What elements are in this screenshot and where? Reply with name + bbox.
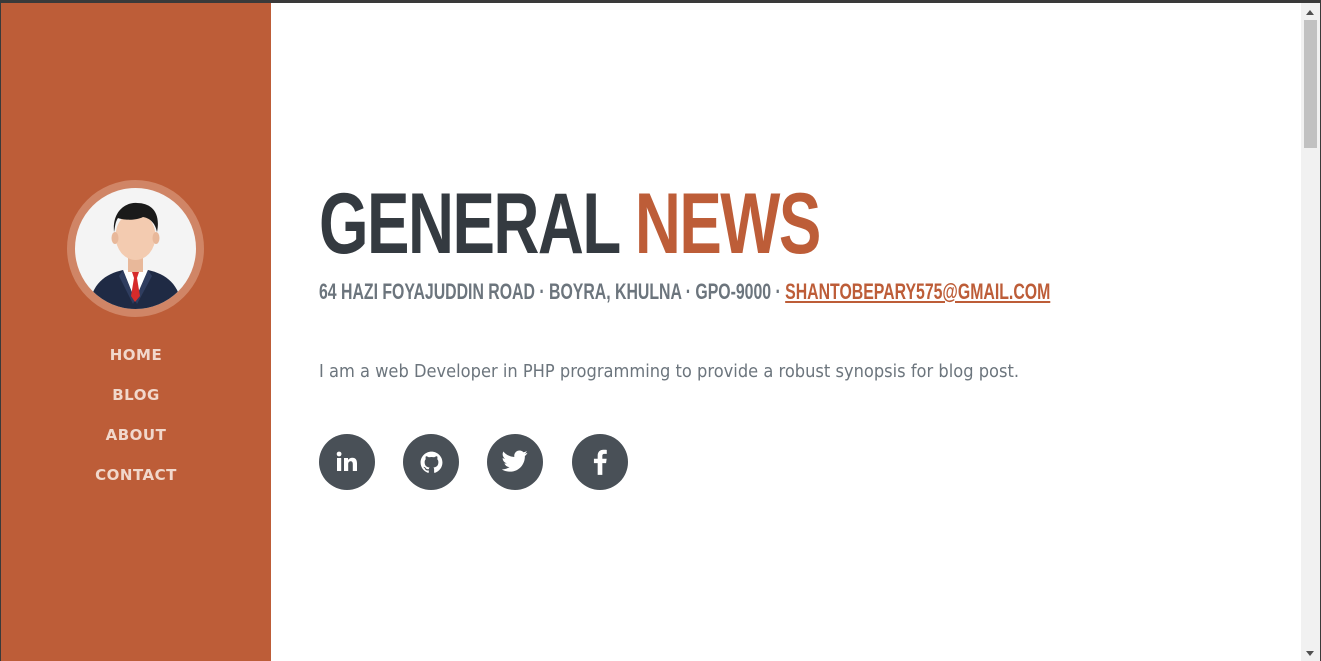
title-second-word: NEWS — [634, 176, 821, 272]
nav-item-home: HOME — [1, 341, 271, 381]
twitter-icon — [502, 450, 528, 472]
facebook-icon — [593, 449, 607, 475]
intro-text: I am a web Developer in PHP programming … — [319, 362, 1020, 382]
scroll-down-arrow-icon[interactable] — [1306, 651, 1314, 656]
vertical-scrollbar[interactable] — [1301, 3, 1320, 661]
sidebar: HOME BLOG ABOUT CONTACT — [1, 3, 271, 661]
nav-link-contact[interactable]: CONTACT — [95, 461, 177, 489]
github-button[interactable] — [403, 434, 459, 490]
twitter-button[interactable] — [487, 434, 543, 490]
profile-avatar-ring — [67, 180, 204, 317]
nav-item-about: ABOUT — [1, 421, 271, 461]
address-text: 64 HAZI FOYAJUDDIN ROAD · BOYRA, KHULNA … — [319, 279, 786, 304]
sidebar-nav: HOME BLOG ABOUT CONTACT — [1, 341, 271, 501]
profile-avatar — [75, 188, 196, 309]
github-icon — [420, 451, 442, 473]
about-section: GENERAL NEWS 64 HAZI FOYAJUDDIN ROAD · B… — [271, 3, 1301, 661]
browser-viewport: HOME BLOG ABOUT CONTACT GENERAL NEWS 64 … — [0, 0, 1321, 661]
page-title: GENERAL NEWS — [319, 176, 821, 272]
facebook-button[interactable] — [572, 434, 628, 490]
scroll-up-arrow-icon[interactable] — [1306, 10, 1314, 15]
nav-item-contact: CONTACT — [1, 461, 271, 501]
nav-item-blog: BLOG — [1, 381, 271, 421]
linkedin-icon — [336, 451, 357, 471]
businessman-avatar-icon — [89, 202, 182, 309]
nav-link-home[interactable]: HOME — [110, 341, 162, 369]
nav-link-about[interactable]: ABOUT — [106, 421, 167, 449]
linkedin-button[interactable] — [319, 434, 375, 490]
scrollbar-thumb[interactable] — [1304, 20, 1317, 148]
title-first-word: GENERAL — [319, 176, 620, 272]
email-link[interactable]: SHANTOBEPARY575@GMAIL.COM — [785, 279, 1050, 304]
contact-subheading: 64 HAZI FOYAJUDDIN ROAD · BOYRA, KHULNA … — [319, 279, 1050, 305]
nav-link-blog[interactable]: BLOG — [112, 381, 160, 409]
